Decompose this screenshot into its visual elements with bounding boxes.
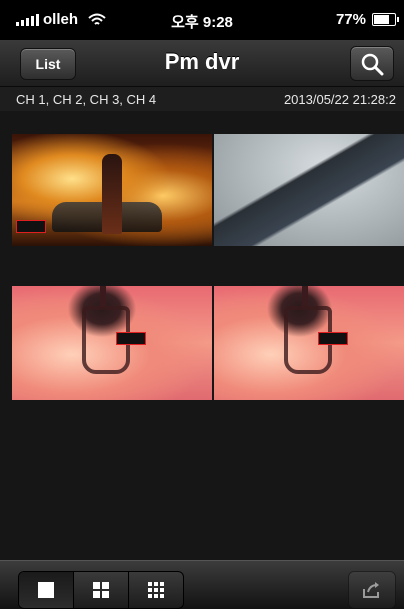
layout-segmented-control — [18, 571, 184, 609]
single-view-icon — [38, 582, 54, 598]
battery-icon — [372, 13, 399, 26]
single-view-button[interactable] — [19, 572, 74, 608]
camera-feed-4[interactable] — [214, 286, 404, 400]
camera-feed-2[interactable] — [214, 134, 404, 246]
lamp-pole — [100, 286, 106, 308]
share-button[interactable] — [348, 571, 396, 609]
person-shape — [102, 154, 122, 234]
video-grid — [12, 134, 404, 400]
page-title: Pm dvr — [164, 49, 240, 74]
nine-view-button[interactable] — [129, 572, 183, 608]
quad-view-button[interactable] — [74, 572, 129, 608]
navigation-bar: List Pm dvr — [0, 40, 404, 87]
channel-list: CH 1, CH 2, CH 3, CH 4 — [16, 92, 157, 107]
nine-view-icon — [148, 582, 164, 598]
battery-percent: 77% — [335, 11, 366, 28]
camera-feed-3[interactable] — [12, 286, 212, 400]
status-bar: olleh 오후 9:28 77% — [0, 0, 404, 40]
search-button[interactable] — [350, 46, 394, 81]
lamp-pole — [302, 286, 308, 308]
channel-logo-badge — [116, 332, 146, 345]
channel-logo-badge — [318, 332, 348, 345]
status-right: 77% — [335, 11, 399, 28]
channel-info-bar: CH 1, CH 2, CH 3, CH 4 2013/05/22 21:28:… — [0, 87, 404, 111]
recording-timestamp: 2013/05/22 21:28:2 — [283, 92, 396, 107]
share-icon — [363, 582, 379, 598]
search-icon — [361, 53, 384, 76]
camera-feed-1[interactable] — [12, 134, 212, 246]
channel-logo-badge — [16, 220, 46, 233]
bottom-toolbar — [0, 560, 404, 609]
quad-view-icon — [93, 582, 109, 598]
